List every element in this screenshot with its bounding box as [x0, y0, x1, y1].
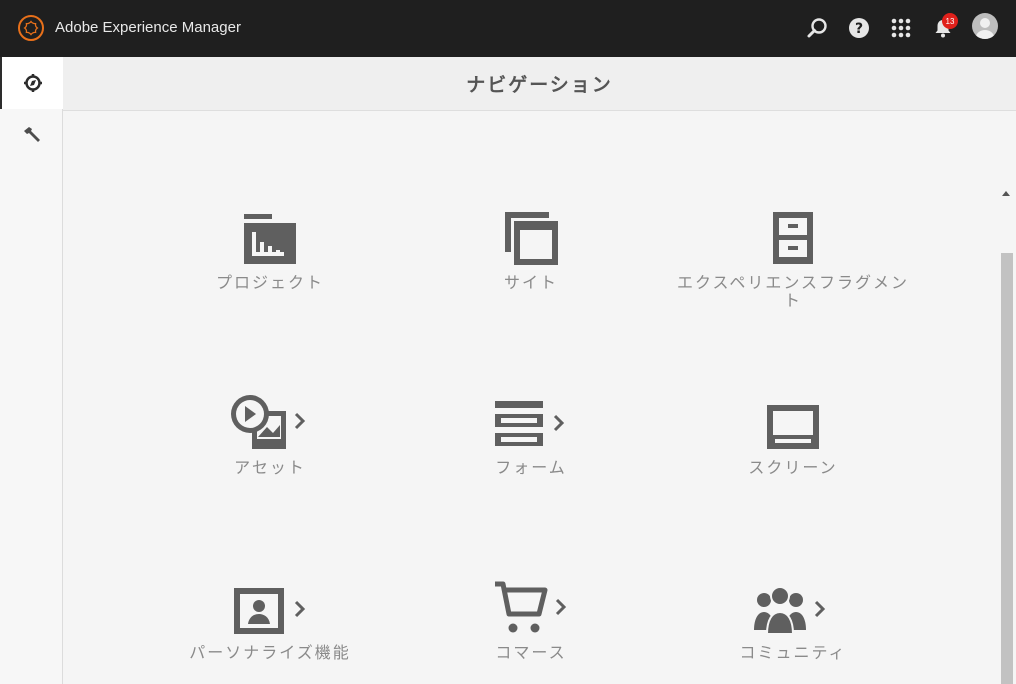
help-icon[interactable]: ?: [847, 16, 871, 40]
rail-tools-button[interactable]: [0, 109, 63, 161]
tile-commerce[interactable]: コマース: [411, 570, 651, 662]
tile-assets[interactable]: アセット: [150, 385, 390, 477]
communities-icon: [754, 586, 826, 635]
commerce-icon: [495, 581, 567, 633]
tile-label: アセット: [234, 458, 306, 477]
aem-logo-icon[interactable]: [18, 15, 44, 41]
personalization-icon: [234, 588, 306, 634]
page-title: ナビゲーション: [466, 74, 613, 96]
tile-sites[interactable]: サイト: [411, 200, 651, 292]
tile-label: パーソナライズ機能: [189, 643, 351, 662]
compass-icon: [23, 74, 42, 92]
svg-text:?: ?: [855, 21, 863, 37]
solutions-grid-icon[interactable]: [889, 16, 913, 40]
scroll-up-arrow-icon[interactable]: [1002, 191, 1010, 196]
experience-fragments-icon: [773, 212, 813, 264]
hammer-icon: [23, 127, 40, 142]
tile-forms[interactable]: フォーム: [411, 385, 651, 477]
tile-projects[interactable]: プロジェクト: [150, 200, 390, 292]
top-bar: Adobe Experience Manager ? 13: [0, 0, 1016, 57]
assets-icon: [231, 395, 306, 449]
search-icon[interactable]: [805, 16, 829, 40]
tile-label: スクリーン: [748, 458, 838, 477]
tile-label: コミュニティ: [739, 643, 847, 662]
tile-communities[interactable]: コミュニティ: [673, 570, 913, 662]
sites-icon: [505, 212, 558, 265]
user-avatar[interactable]: [972, 13, 998, 39]
tile-personalization[interactable]: パーソナライズ機能: [150, 570, 390, 662]
tile-label: サイト: [503, 273, 558, 292]
forms-icon: [495, 401, 565, 446]
page-header: ナビゲーション: [63, 57, 1016, 111]
scrollbar-thumb[interactable]: [1001, 253, 1013, 684]
tile-experience-fragments[interactable]: エクスペリエンスフラグメン ト: [673, 200, 913, 310]
tile-label: コマース: [495, 643, 567, 662]
tile-label: エクスペリエンスフラグメン ト: [676, 273, 910, 310]
tile-screens[interactable]: スクリーン: [673, 385, 913, 477]
screens-icon: [767, 405, 819, 449]
app-title[interactable]: Adobe Experience Manager: [55, 19, 241, 36]
notification-count-badge[interactable]: 13: [942, 13, 958, 29]
tile-label: プロジェクト: [215, 273, 324, 292]
left-rail: [0, 57, 63, 684]
tile-label: フォーム: [495, 458, 567, 477]
rail-navigation-button[interactable]: [0, 57, 63, 109]
projects-icon: [244, 214, 296, 264]
